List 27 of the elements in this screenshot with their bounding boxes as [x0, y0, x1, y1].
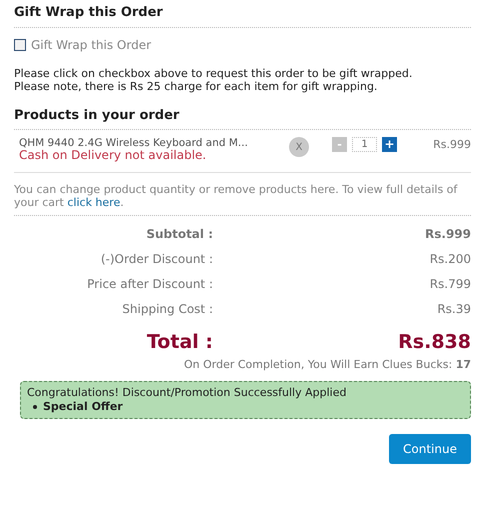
checkbox-label: Gift Wrap this Order [31, 36, 152, 54]
product-price: Rs.999 [433, 137, 471, 153]
summary-value: Rs.799 [430, 276, 471, 292]
product-name: QHM 9440 2.4G Wireless Keyboard and M... [19, 137, 249, 149]
summary-value: Rs.39 [437, 300, 471, 318]
clues-bucks-note: On Order Completion, You Will Earn Clues Bucks: 17 [184, 359, 471, 371]
section-heading: Gift Wrap this Order [14, 3, 471, 28]
summary-label: Price after Discount : [86, 276, 213, 292]
bullet-icon [33, 405, 37, 409]
gift-wrap-note: Please click on checkbox above to request this order to be gift wrapped. Please note, there is Rs 25 charge for each item for gift wrapping. [14, 66, 414, 92]
increase-button[interactable]: + [382, 137, 397, 152]
continue-button[interactable]: Continue [389, 434, 471, 464]
offer-name: Special Offer [43, 400, 123, 414]
section-heading: Products in your order [14, 106, 471, 130]
cart-note: You can change product quantity or remove products here. To view full details of your cart click here. [14, 183, 471, 216]
summary-value: Rs.838 [398, 330, 471, 355]
cart-link[interactable]: click here [67, 196, 120, 209]
summary-value: Rs.200 [430, 250, 471, 268]
cod-warning: Cash on Delivery not available. [19, 149, 208, 162]
summary-label: Shipping Cost : [121, 300, 213, 318]
summary-value: Rs.999 [425, 226, 471, 242]
quantity-field[interactable]: 1 [352, 137, 377, 152]
summary-label: Subtotal : [145, 226, 213, 242]
promotion-message: Congratulations! Discount/Promotion Successfully Applied [27, 386, 348, 400]
checkbox[interactable] [14, 38, 26, 50]
summary-label: (-)Order Discount : [100, 250, 213, 268]
summary-label: Total : [146, 330, 213, 355]
